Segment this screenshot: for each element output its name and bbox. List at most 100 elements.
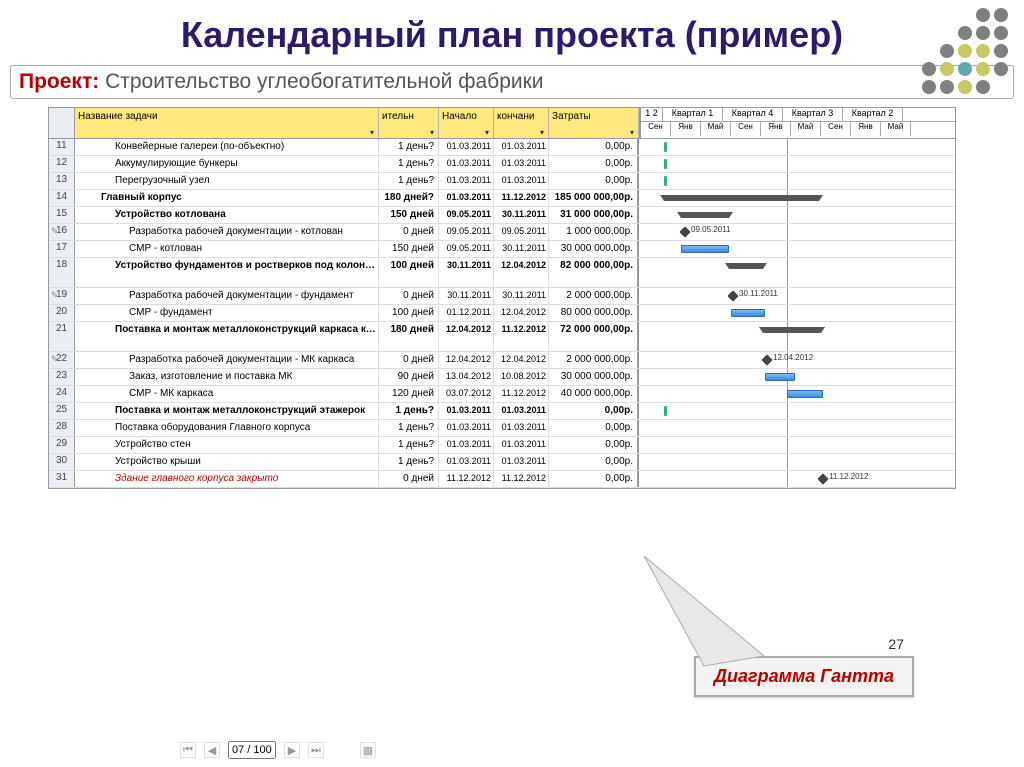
gantt-bar[interactable] <box>664 159 667 169</box>
table-row[interactable]: 12Аккумулирующие бункеры1 день?01.03.201… <box>49 156 955 173</box>
row-index: 17 <box>49 241 75 257</box>
table-row[interactable]: 23Заказ, изготовление и поставка МК90 дн… <box>49 369 955 386</box>
gantt-bar[interactable] <box>664 195 819 201</box>
row-index: 28 <box>49 420 75 436</box>
row-index: 11 <box>49 139 75 155</box>
table-row[interactable]: ✎16Разработка рабочей документации - кот… <box>49 224 955 241</box>
cost: 1 000 000,00р. <box>549 224 639 240</box>
table-row[interactable]: 13Перегрузочный узел1 день?01.03.201101.… <box>49 173 955 190</box>
row-index: 14 <box>49 190 75 206</box>
row-index: 31 <box>49 471 75 487</box>
duration: 1 день? <box>379 420 439 436</box>
gantt-app: Название задачи ▾ ительн ▾ Начало ▾ конч… <box>48 107 956 489</box>
duration: 0 дней <box>379 224 439 240</box>
duration: 180 дней <box>379 322 439 351</box>
table-row[interactable]: 15Устройство котлована150 дней09.05.2011… <box>49 207 955 224</box>
end-date: 01.03.2011 <box>494 139 549 155</box>
task-name: СМР - МК каркаса <box>75 386 379 402</box>
gantt-bar[interactable] <box>729 263 763 269</box>
task-name: Разработка рабочей документации - МК кар… <box>75 352 379 368</box>
table-row[interactable]: 14Главный корпус180 дней?01.03.201111.12… <box>49 190 955 207</box>
table-row[interactable]: 30Устройство крыши1 день?01.03.201101.03… <box>49 454 955 471</box>
duration: 120 дней <box>379 386 439 402</box>
col-start[interactable]: Начало ▾ <box>439 108 494 138</box>
gantt-cell <box>639 258 955 287</box>
start-date: 01.03.2011 <box>439 156 494 172</box>
gantt-bar[interactable] <box>763 327 821 333</box>
row-index: ✎16 <box>49 224 75 240</box>
view-icon[interactable]: ▦ <box>360 742 376 758</box>
col-duration[interactable]: ительн ▾ <box>379 108 439 138</box>
gantt-bar[interactable] <box>765 373 795 381</box>
duration: 100 дней <box>379 258 439 287</box>
gantt-bar[interactable] <box>681 245 729 253</box>
end-date: 01.03.2011 <box>494 403 549 419</box>
gantt-bar[interactable] <box>679 227 690 238</box>
cost: 80 000 000,00р. <box>549 305 639 321</box>
dropdown-icon[interactable]: ▾ <box>628 128 636 136</box>
slide-title: Календарный план проекта (пример) <box>0 0 1024 61</box>
task-name: Устройство котлована <box>75 207 379 223</box>
row-index: 13 <box>49 173 75 189</box>
table-row[interactable]: 24СМР - МК каркаса120 дней03.07.201211.1… <box>49 386 955 403</box>
prev-page-button[interactable]: ◀ <box>204 742 220 758</box>
gantt-cell: 30.11.2011 <box>639 288 955 304</box>
start-date: 03.07.2012 <box>439 386 494 402</box>
gantt-bar[interactable] <box>664 176 667 186</box>
cost: 0,00р. <box>549 173 639 189</box>
page-input[interactable] <box>228 741 276 759</box>
dropdown-icon[interactable]: ▾ <box>428 128 436 136</box>
gantt-cell: 09.05.2011 <box>639 224 955 240</box>
dropdown-icon[interactable]: ▾ <box>538 128 546 136</box>
last-page-button[interactable]: ⏭ <box>308 742 324 758</box>
row-index-header <box>49 108 75 138</box>
row-index: 15 <box>49 207 75 223</box>
cost: 0,00р. <box>549 403 639 419</box>
row-index: 24 <box>49 386 75 402</box>
dropdown-icon[interactable]: ▾ <box>483 128 491 136</box>
table-row[interactable]: 18Устройство фундаментов и ростверков по… <box>49 258 955 288</box>
gantt-bar[interactable] <box>761 355 772 366</box>
gantt-bar[interactable] <box>664 142 667 152</box>
col-end[interactable]: кончани ▾ <box>494 108 549 138</box>
next-page-button[interactable]: ▶ <box>284 742 300 758</box>
row-index: 29 <box>49 437 75 453</box>
start-date: 09.05.2011 <box>439 207 494 223</box>
end-date: 11.12.2012 <box>494 386 549 402</box>
end-date: 01.03.2011 <box>494 454 549 470</box>
col-cost[interactable]: Затраты ▾ <box>549 108 639 138</box>
gantt-cell <box>639 207 955 223</box>
dropdown-icon[interactable]: ▾ <box>368 128 376 136</box>
cost: 82 000 000,00р. <box>549 258 639 287</box>
table-row[interactable]: 17СМР - котлован150 дней09.05.201130.11.… <box>49 241 955 258</box>
col-end-label: кончани <box>497 111 534 122</box>
table-row[interactable]: 21Поставка и монтаж металлоконструкций к… <box>49 322 955 352</box>
table-row[interactable]: 20СМР - фундамент100 дней01.12.201112.04… <box>49 305 955 322</box>
cost: 2 000 000,00р. <box>549 288 639 304</box>
gantt-bar[interactable] <box>664 406 667 416</box>
table-row[interactable]: 25Поставка и монтаж металлоконструкций э… <box>49 403 955 420</box>
task-name: Разработка рабочей документации - котлов… <box>75 224 379 240</box>
duration: 150 дней <box>379 207 439 223</box>
table-row[interactable]: 29Устройство стен1 день?01.03.201101.03.… <box>49 437 955 454</box>
task-name: СМР - фундамент <box>75 305 379 321</box>
col-task[interactable]: Название задачи ▾ <box>75 108 379 138</box>
col-task-label: Название задачи <box>78 111 158 122</box>
duration: 150 дней <box>379 241 439 257</box>
table-row[interactable]: ✎22Разработка рабочей документации - МК … <box>49 352 955 369</box>
cost: 0,00р. <box>549 437 639 453</box>
gantt-bar[interactable] <box>817 474 828 485</box>
table-row[interactable]: 28Поставка оборудования Главного корпуса… <box>49 420 955 437</box>
table-row[interactable]: 11Конвейерные галереи (по-объектно)1 ден… <box>49 139 955 156</box>
gantt-cell: 11.12.2012 <box>639 471 955 487</box>
table-row[interactable]: ✎19Разработка рабочей документации - фун… <box>49 288 955 305</box>
first-page-button[interactable]: ⏮ <box>180 742 196 758</box>
gantt-bar[interactable] <box>787 390 823 398</box>
gantt-bar[interactable] <box>681 212 729 218</box>
gantt-cell <box>639 305 955 321</box>
row-index: 25 <box>49 403 75 419</box>
gantt-bar[interactable] <box>731 309 765 317</box>
table-row[interactable]: 31Здание главного корпуса закрыто0 дней1… <box>49 471 955 488</box>
end-date: 12.04.2012 <box>494 352 549 368</box>
gantt-bar[interactable] <box>727 291 738 302</box>
